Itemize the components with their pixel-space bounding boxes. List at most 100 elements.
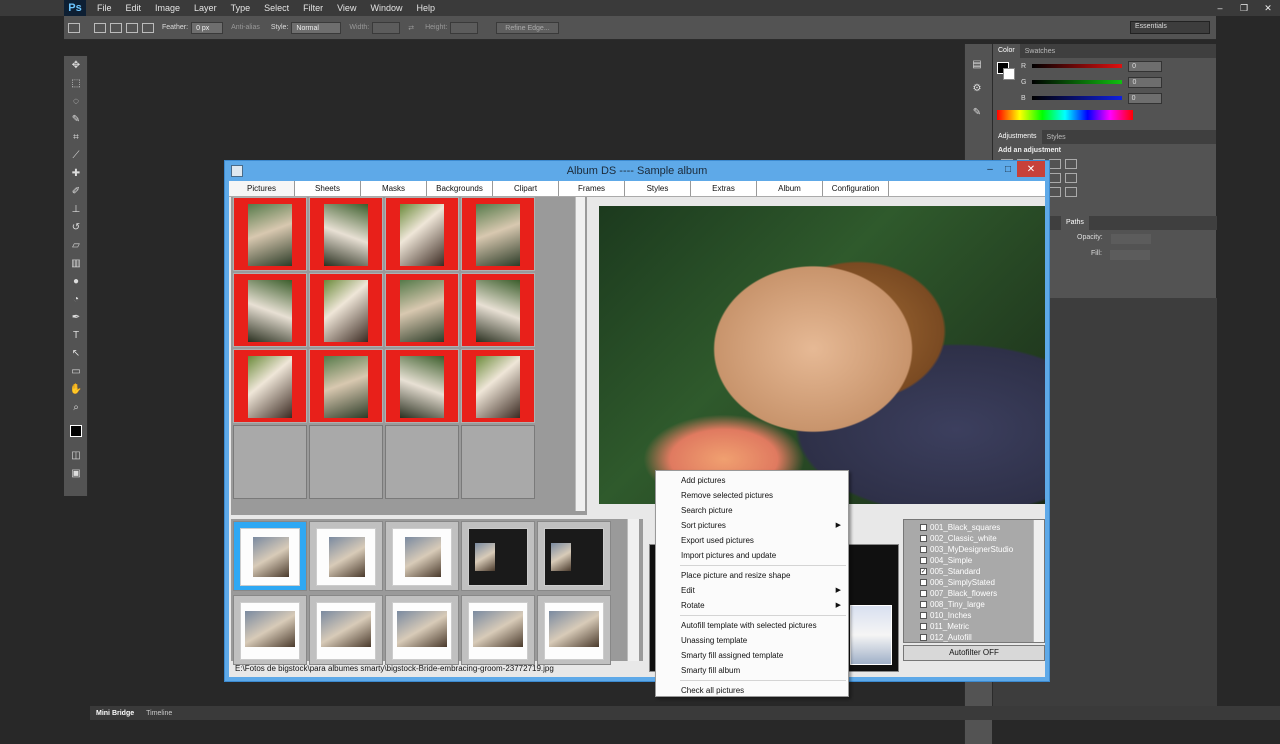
menu-file[interactable]: File xyxy=(90,3,119,13)
template-item[interactable]: 006_SimplyStated xyxy=(920,577,1044,588)
sheet-thumbnail[interactable] xyxy=(461,521,535,591)
gradient-tool-icon[interactable]: ▥ xyxy=(64,254,88,272)
template-item[interactable]: 012_Autofill xyxy=(920,632,1044,643)
tab-timeline[interactable]: Timeline xyxy=(140,710,178,717)
marquee-tool-icon[interactable]: ⬚ xyxy=(64,74,88,92)
empty-slot[interactable] xyxy=(385,425,459,499)
selective-color-icon[interactable] xyxy=(1065,187,1077,197)
new-selection-icon[interactable] xyxy=(94,22,106,33)
photo-filter-icon[interactable] xyxy=(1049,173,1061,183)
hand-tool-icon[interactable]: ✋ xyxy=(64,380,88,398)
picture-thumbnail[interactable] xyxy=(309,349,383,423)
sheet-thumbnail[interactable] xyxy=(233,595,307,665)
menu-type[interactable]: Type xyxy=(224,3,258,13)
b-value[interactable]: 0 xyxy=(1127,92,1162,104)
workspace-select[interactable]: Essentials xyxy=(1130,21,1210,34)
opacity-input[interactable] xyxy=(1110,234,1151,244)
tab-clipart[interactable]: Clipart xyxy=(493,181,559,196)
context-menu-item[interactable]: Edit ▶ xyxy=(656,583,848,598)
tab-styles[interactable]: Styles xyxy=(1042,134,1071,141)
brush-panel-icon[interactable]: ✎ xyxy=(965,100,989,124)
sheets-scrollbar[interactable] xyxy=(627,519,639,661)
tab-pictures[interactable]: Pictures xyxy=(229,181,295,196)
context-menu-item[interactable]: Search picture xyxy=(656,503,848,518)
tab-mini-bridge[interactable]: Mini Bridge xyxy=(90,710,140,717)
template-checkbox[interactable] xyxy=(920,601,927,608)
b-slider[interactable] xyxy=(1031,96,1122,100)
color-spectrum[interactable] xyxy=(997,110,1133,120)
autofilter-button[interactable]: Autofilter OFF xyxy=(903,645,1045,661)
sheet-thumbnail[interactable] xyxy=(309,595,383,665)
album-minimize-button[interactable]: – xyxy=(981,161,999,177)
context-menu-item[interactable]: Remove selected pictures xyxy=(656,488,848,503)
sheet-thumbnail[interactable] xyxy=(309,521,383,591)
history-panel-icon[interactable]: ▤ xyxy=(965,52,989,76)
shape-tool-icon[interactable]: ▭ xyxy=(64,362,88,380)
tab-backgrounds[interactable]: Backgrounds xyxy=(427,181,493,196)
tab-masks[interactable]: Masks xyxy=(361,181,427,196)
context-menu-item[interactable]: Autofill template with selected pictures xyxy=(656,618,848,633)
r-slider[interactable] xyxy=(1032,64,1123,68)
pictures-scrollbar[interactable] xyxy=(575,197,585,511)
sheet-thumbnail[interactable] xyxy=(537,595,611,665)
template-checkbox[interactable] xyxy=(920,612,927,619)
tab-color[interactable]: Color xyxy=(993,44,1020,58)
stamp-tool-icon[interactable]: ⊥ xyxy=(64,200,88,218)
template-checkbox[interactable] xyxy=(920,623,927,630)
menu-view[interactable]: View xyxy=(330,3,363,13)
menu-layer[interactable]: Layer xyxy=(187,3,224,13)
template-item[interactable]: 002_Classic_white xyxy=(920,533,1044,544)
history-brush-icon[interactable]: ↺ xyxy=(64,218,88,236)
minimize-button[interactable]: – xyxy=(1208,0,1232,16)
swap-icon[interactable]: ⇄ xyxy=(408,24,414,32)
tab-swatches[interactable]: Swatches xyxy=(1020,48,1060,55)
picture-thumbnail[interactable] xyxy=(385,273,459,347)
empty-slot[interactable] xyxy=(309,425,383,499)
width-input[interactable] xyxy=(372,21,401,34)
picture-thumbnail[interactable] xyxy=(461,197,535,271)
context-menu-item[interactable]: Unassing template xyxy=(656,633,848,648)
healing-tool-icon[interactable]: ✚ xyxy=(64,164,88,182)
picture-thumbnail[interactable] xyxy=(385,197,459,271)
menu-filter[interactable]: Filter xyxy=(296,3,330,13)
menu-select[interactable]: Select xyxy=(257,3,296,13)
g-slider[interactable] xyxy=(1032,80,1123,84)
context-menu-item[interactable]: Add pictures xyxy=(656,473,848,488)
eyedropper-tool-icon[interactable]: ⟋ xyxy=(64,146,88,164)
dodge-tool-icon[interactable]: ◔ xyxy=(64,290,88,308)
tab-extras[interactable]: Extras xyxy=(691,181,757,196)
marquee-icon[interactable] xyxy=(68,22,80,33)
crop-tool-icon[interactable]: ⌗ xyxy=(64,128,88,146)
empty-slot[interactable] xyxy=(461,425,535,499)
height-input[interactable] xyxy=(450,21,479,34)
menu-image[interactable]: Image xyxy=(148,3,187,13)
tab-frames[interactable]: Frames xyxy=(559,181,625,196)
picture-thumbnail[interactable] xyxy=(309,197,383,271)
properties-panel-icon[interactable]: ⚙ xyxy=(965,76,989,100)
pen-tool-icon[interactable]: ✒ xyxy=(64,308,88,326)
mixer-icon[interactable] xyxy=(1065,173,1077,183)
zoom-tool-icon[interactable]: ⌕ xyxy=(64,398,88,416)
type-tool-icon[interactable]: T xyxy=(64,326,88,344)
r-value[interactable]: 0 xyxy=(1128,60,1163,72)
background-color-swatch[interactable] xyxy=(1003,68,1015,80)
template-checkbox[interactable]: ✓ xyxy=(920,568,927,575)
tab-paths[interactable]: Paths xyxy=(1061,216,1089,230)
context-menu-item[interactable]: Place picture and resize shape xyxy=(656,568,848,583)
picture-thumbnail[interactable] xyxy=(461,273,535,347)
template-checkbox[interactable] xyxy=(920,535,927,542)
template-checkbox[interactable] xyxy=(920,579,927,586)
tab-album[interactable]: Album xyxy=(757,181,823,196)
sheet-thumbnail[interactable] xyxy=(233,521,307,591)
color-swatches-icon[interactable] xyxy=(64,416,88,446)
context-menu-item[interactable]: Check all pictures xyxy=(656,683,848,698)
style-select[interactable]: Normal xyxy=(291,21,342,34)
quick-select-tool-icon[interactable]: ✎ xyxy=(64,110,88,128)
lasso-tool-icon[interactable]: ◌ xyxy=(64,92,88,110)
feather-input[interactable]: 0 px xyxy=(191,21,224,34)
tab-styles[interactable]: Styles xyxy=(625,181,691,196)
context-menu-item[interactable]: Rotate ▶ xyxy=(656,598,848,613)
template-item[interactable]: 004_Simple xyxy=(920,555,1044,566)
fill-input[interactable] xyxy=(1109,250,1150,260)
context-menu-item[interactable]: Import pictures and update xyxy=(656,548,848,563)
